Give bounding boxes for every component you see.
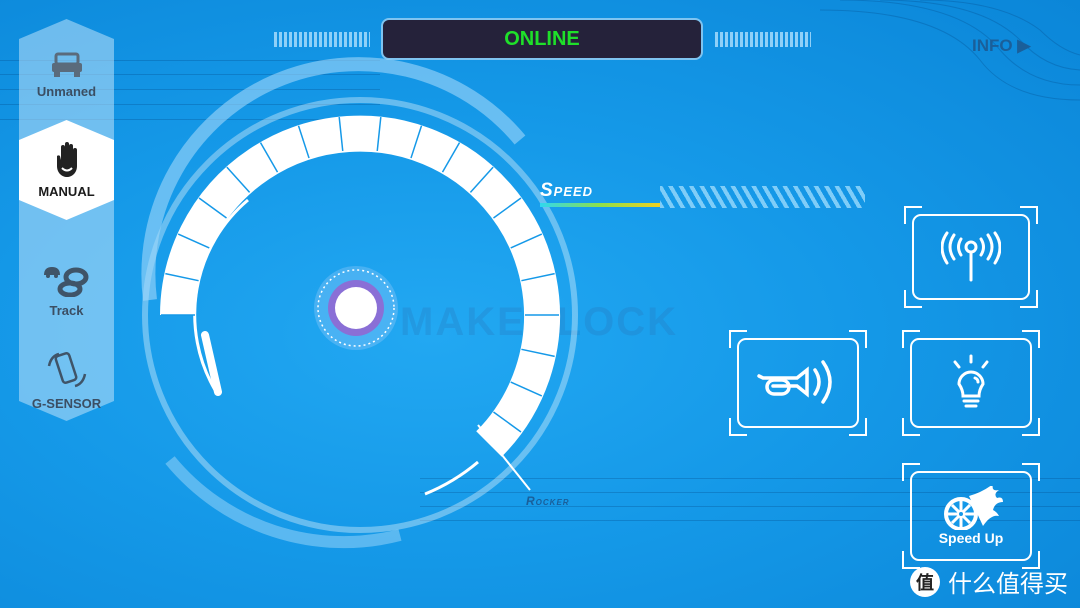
watermark-corner: 值什么值得买	[910, 564, 1068, 599]
rocker-label: Rocker	[526, 494, 570, 508]
antenna-signal-icon	[941, 231, 1001, 282]
info-label: INFO	[972, 36, 1013, 55]
speed-stripes	[660, 186, 865, 208]
signal-button[interactable]	[904, 206, 1038, 308]
speed-label: Speed	[540, 180, 594, 201]
light-button[interactable]	[902, 330, 1040, 436]
decor-curves	[820, 0, 1080, 101]
status-ticks-right	[715, 32, 811, 47]
horn-button[interactable]	[729, 330, 867, 436]
speed-up-label: Speed Up	[938, 530, 1004, 546]
wheel-flame-icon	[944, 486, 1003, 530]
light-bulb-icon	[953, 354, 989, 408]
rocker-gauge[interactable]	[0, 0, 720, 608]
joystick-knob	[335, 287, 377, 329]
horn-icon	[757, 360, 832, 404]
watermark-text: 什么值得买	[948, 571, 1068, 598]
info-button[interactable]: INFO ▶	[972, 36, 1030, 56]
speed-up-button[interactable]: Speed Up	[902, 463, 1040, 569]
speed-bar	[540, 203, 660, 207]
watermark-badge: 值	[910, 566, 940, 597]
